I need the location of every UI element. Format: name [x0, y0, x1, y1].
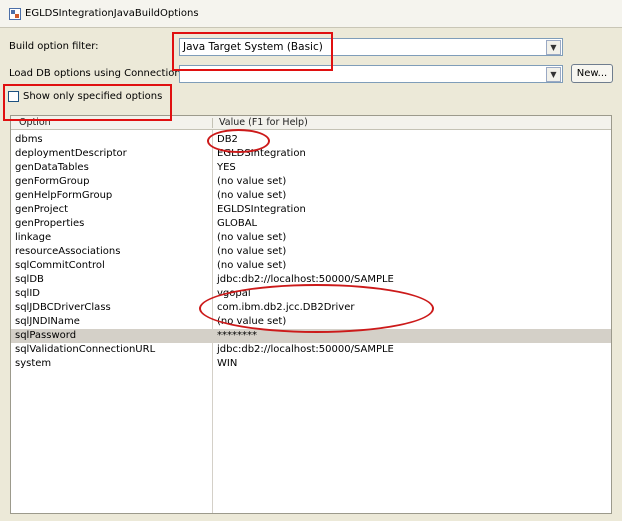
option-name-cell: linkage: [15, 232, 52, 243]
table-row[interactable]: resourceAssociations (no value set): [11, 245, 611, 259]
option-value-cell[interactable]: YES: [217, 162, 236, 173]
option-name-cell: genFormGroup: [15, 176, 90, 187]
build-option-filter-combo[interactable]: Java Target System (Basic) ▼: [179, 38, 563, 56]
option-name-cell: sqlPassword: [15, 330, 77, 341]
option-name-cell: sqlValidationConnectionURL: [15, 344, 156, 355]
option-name-cell: genDataTables: [15, 162, 89, 173]
column-header-value[interactable]: Value (F1 for Help): [219, 117, 308, 128]
table-row[interactable]: sqlJDBCDriverClass com.ibm.db2.jcc.DB2Dri…: [11, 301, 611, 315]
option-value-cell[interactable]: EGLDSIntegration: [217, 204, 306, 215]
option-value-cell[interactable]: ********: [217, 330, 257, 341]
table-header: Option Value (F1 for Help): [11, 116, 611, 130]
show-only-specified-checkbox[interactable]: [8, 91, 19, 102]
option-name-cell: sqlJNDIName: [15, 316, 80, 327]
table-row[interactable]: sqlJNDIName (no value set): [11, 315, 611, 329]
table-row[interactable]: genProperties GLOBAL: [11, 217, 611, 231]
editor-tab[interactable]: EGLDSIntegrationJavaBuildOptions: [0, 0, 622, 28]
option-value-cell[interactable]: com.ibm.db2.jcc.DB2Driver: [217, 302, 354, 313]
option-value-cell[interactable]: (no value set): [217, 246, 286, 257]
table-row[interactable]: deploymentDescriptor EGLDSIntegration: [11, 147, 611, 161]
option-name-cell: resourceAssociations: [15, 246, 121, 257]
build-options-table[interactable]: Option Value (F1 for Help) dbms DB2 deploy…: [10, 115, 612, 514]
chevron-down-icon[interactable]: ▼: [546, 39, 561, 55]
option-name-cell: genHelpFormGroup: [15, 190, 113, 201]
table-row[interactable]: dbms DB2: [11, 133, 611, 147]
option-value-cell[interactable]: (no value set): [217, 316, 286, 327]
table-body: dbms DB2 deploymentDescriptor EGLDSIntegrat…: [11, 133, 611, 371]
option-name-cell: genProject: [15, 204, 69, 215]
option-name-cell: sqlJDBCDriverClass: [15, 302, 111, 313]
option-value-cell[interactable]: jdbc:db2://localhost:50000/SAMPLE: [217, 344, 394, 355]
show-only-specified-checkbox-row[interactable]: Show only specified options: [8, 91, 162, 102]
option-value-cell[interactable]: DB2: [217, 134, 238, 145]
table-row[interactable]: sqlDB jdbc:db2://localhost:50000/SAMPLE: [11, 273, 611, 287]
table-row[interactable]: system WIN: [11, 357, 611, 371]
column-header-option[interactable]: Option: [19, 117, 51, 128]
option-name-cell: deploymentDescriptor: [15, 148, 127, 159]
option-value-cell[interactable]: (no value set): [217, 232, 286, 243]
option-name-cell: system: [15, 358, 52, 369]
option-value-cell[interactable]: WIN: [217, 358, 237, 369]
table-row[interactable]: sqlID vgopal: [11, 287, 611, 301]
option-value-cell[interactable]: GLOBAL: [217, 218, 257, 229]
option-name-cell: sqlCommitControl: [15, 260, 105, 271]
table-row[interactable]: genFormGroup (no value set): [11, 175, 611, 189]
show-only-specified-label: Show only specified options: [23, 91, 163, 102]
chevron-down-icon[interactable]: ▼: [546, 66, 561, 82]
new-connection-button[interactable]: New...: [571, 64, 613, 83]
connection-label: Load DB options using Connection:: [9, 68, 185, 79]
connection-combo[interactable]: ▼: [179, 65, 563, 83]
column-divider[interactable]: [212, 118, 213, 128]
table-row[interactable]: sqlValidationConnectionURL jdbc:db2://loc…: [11, 343, 611, 357]
option-name-cell: sqlID: [15, 288, 40, 299]
table-row[interactable]: genDataTables YES: [11, 161, 611, 175]
option-value-cell[interactable]: (no value set): [217, 176, 286, 187]
build-descriptor-icon: [9, 7, 21, 20]
filter-value: Java Target System (Basic): [183, 41, 323, 53]
table-row[interactable]: linkage (no value set): [11, 231, 611, 245]
table-row[interactable]: sqlCommitControl (no value set): [11, 259, 611, 273]
filter-label: Build option filter:: [9, 41, 99, 52]
table-row[interactable]: genProject EGLDSIntegration: [11, 203, 611, 217]
option-name-cell: genProperties: [15, 218, 85, 229]
option-name-cell: sqlDB: [15, 274, 44, 285]
option-value-cell[interactable]: vgopal: [217, 288, 251, 299]
option-value-cell[interactable]: EGLDSIntegration: [217, 148, 306, 159]
option-value-cell[interactable]: (no value set): [217, 190, 286, 201]
editor-title: EGLDSIntegrationJavaBuildOptions: [25, 8, 199, 19]
option-value-cell[interactable]: (no value set): [217, 260, 286, 271]
table-row[interactable]: genHelpFormGroup (no value set): [11, 189, 611, 203]
option-name-cell: dbms: [15, 134, 43, 145]
table-row[interactable]: sqlPassword ********: [11, 329, 611, 343]
option-value-cell[interactable]: jdbc:db2://localhost:50000/SAMPLE: [217, 274, 394, 285]
